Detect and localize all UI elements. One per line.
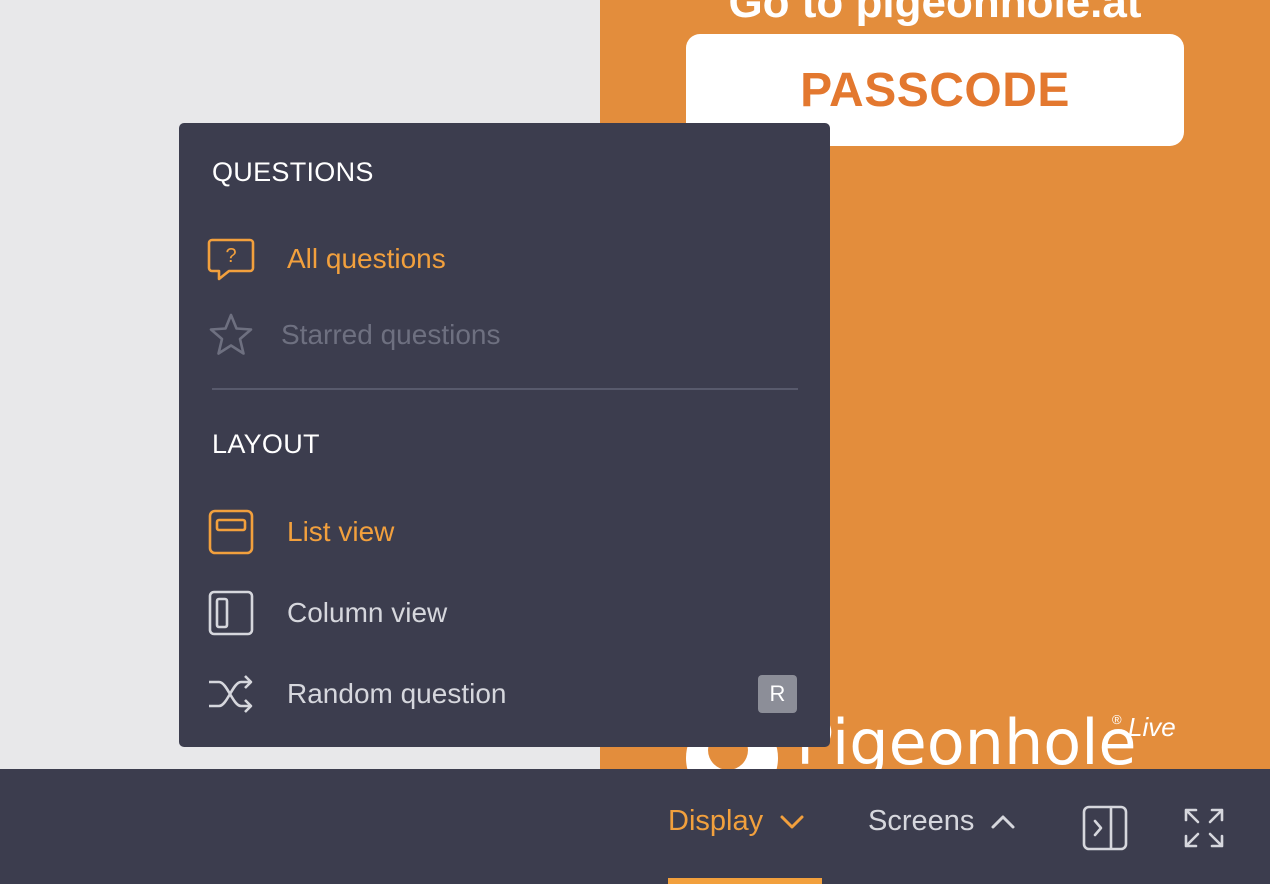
menu-item-all-questions[interactable]: ? All questions xyxy=(207,231,797,287)
menu-item-starred-questions[interactable]: Starred questions xyxy=(207,307,797,363)
passcode-text: PASSCODE xyxy=(800,63,1070,117)
questions-section-title: QUESTIONS xyxy=(212,157,374,187)
brand-name: Pigeonhole xyxy=(796,706,1137,770)
menu-item-list-view[interactable]: List view xyxy=(207,504,797,560)
menu-item-label: List view xyxy=(287,516,395,547)
chevron-down-icon xyxy=(780,815,804,828)
star-icon xyxy=(209,313,253,355)
sidebar-toggle-icon[interactable] xyxy=(1081,804,1129,852)
shortcut-key-badge: R xyxy=(758,675,797,713)
column-view-icon xyxy=(208,590,254,636)
display-tab-label: Display xyxy=(668,805,764,837)
chevron-up-icon xyxy=(991,815,1015,828)
display-menu: QUESTIONS ? All questions Starred questi… xyxy=(179,123,830,747)
list-view-icon xyxy=(208,509,254,555)
display-tab[interactable]: Display xyxy=(668,805,807,838)
brand-live-label: Live xyxy=(1128,712,1176,742)
menu-item-label: Random question xyxy=(287,678,507,709)
menu-item-label: Column view xyxy=(287,597,448,628)
menu-item-label: Starred questions xyxy=(281,319,501,350)
brand-registered-mark: ® xyxy=(1112,712,1122,727)
menu-item-column-view[interactable]: Column view xyxy=(207,585,797,641)
slide-heading: Go to pigeonhole.at xyxy=(728,0,1142,27)
menu-item-random-question[interactable]: Random question R xyxy=(207,666,797,722)
shuffle-icon xyxy=(209,675,253,713)
display-tab-underline xyxy=(668,878,822,884)
screens-tab-label: Screens xyxy=(868,805,975,837)
layout-section-title: LAYOUT xyxy=(212,429,320,459)
menu-divider xyxy=(212,388,798,390)
svg-text:?: ? xyxy=(225,245,236,267)
question-bubble-icon: ? xyxy=(207,238,255,281)
menu-item-label: All questions xyxy=(287,243,446,274)
fullscreen-icon[interactable] xyxy=(1180,804,1228,852)
bottom-control-bar: Display Screens xyxy=(0,769,1270,884)
screens-tab[interactable]: Screens xyxy=(868,805,1018,838)
